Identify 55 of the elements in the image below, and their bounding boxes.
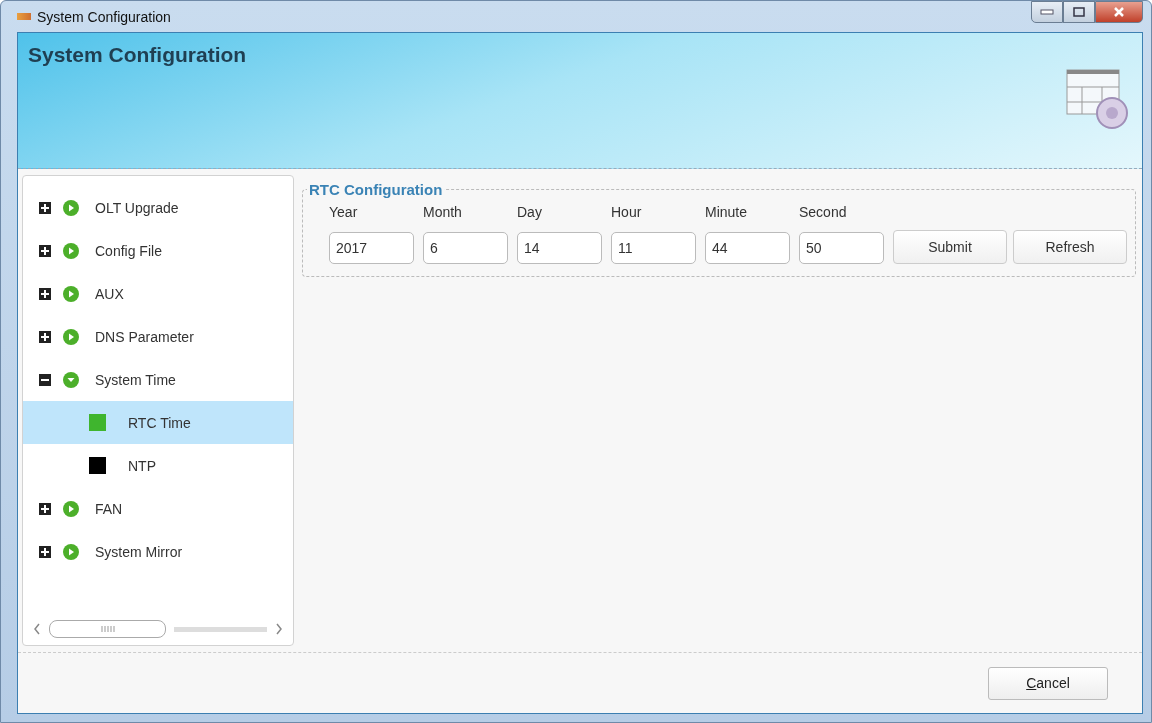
maximize-button[interactable] bbox=[1063, 1, 1095, 23]
expand-icon[interactable] bbox=[39, 201, 51, 214]
number-field[interactable]: 14 bbox=[517, 232, 602, 264]
field-label: Second bbox=[799, 204, 848, 220]
scrollbar-track[interactable] bbox=[174, 626, 267, 632]
close-button[interactable] bbox=[1095, 1, 1143, 23]
number-field[interactable]: 6 bbox=[423, 232, 508, 264]
field-label: Minute bbox=[705, 204, 749, 220]
field-label: Day bbox=[517, 204, 543, 220]
tree-item[interactable]: DNS Parameter bbox=[91, 328, 198, 345]
group-title: RTC Configuration bbox=[308, 181, 444, 198]
submit-button[interactable]: Submit bbox=[893, 230, 1007, 264]
play-icon bbox=[63, 285, 79, 302]
chevron-down-icon bbox=[63, 371, 79, 388]
scroll-left-icon[interactable] bbox=[33, 623, 41, 635]
expand-icon[interactable] bbox=[39, 502, 51, 515]
app-icon bbox=[17, 13, 31, 20]
collapse-icon[interactable] bbox=[39, 373, 51, 386]
square-icon bbox=[89, 414, 106, 431]
field-label: Hour bbox=[611, 204, 643, 220]
field-label: Year bbox=[329, 204, 359, 220]
tree-item[interactable]: System Time bbox=[91, 371, 180, 388]
expand-icon[interactable] bbox=[39, 287, 51, 300]
expand-icon[interactable] bbox=[39, 244, 51, 257]
tree-item[interactable]: FAN bbox=[91, 500, 127, 517]
refresh-button[interactable]: Refresh bbox=[1013, 230, 1127, 264]
play-icon bbox=[63, 199, 79, 216]
maximize-icon bbox=[1073, 7, 1085, 17]
expand-icon[interactable] bbox=[39, 330, 51, 343]
scroll-right-icon[interactable] bbox=[275, 623, 283, 635]
scrollbar-thumb[interactable] bbox=[49, 620, 166, 638]
play-icon bbox=[63, 543, 79, 560]
number-field[interactable]: 2017 bbox=[329, 232, 414, 264]
play-icon bbox=[63, 242, 79, 259]
tree-item[interactable]: System Mirror bbox=[91, 543, 187, 560]
number-field[interactable]: 44 bbox=[705, 232, 790, 264]
number-field[interactable]: 11 bbox=[611, 232, 696, 264]
header-title: System Configuration bbox=[28, 43, 247, 68]
tree-item[interactable]: OLT Upgrade bbox=[91, 199, 183, 216]
grip-icon bbox=[100, 626, 115, 632]
tree-item[interactable]: AUX bbox=[91, 285, 128, 302]
field-label: Month bbox=[423, 204, 463, 220]
close-icon bbox=[1113, 7, 1125, 17]
play-icon bbox=[63, 500, 79, 517]
minimize-button[interactable] bbox=[1031, 1, 1063, 23]
expand-icon[interactable] bbox=[39, 545, 51, 558]
cancel-button[interactable]: Cancel bbox=[988, 666, 1108, 700]
tree-item[interactable]: NTP bbox=[23, 444, 293, 487]
tree-item[interactable]: Config File bbox=[91, 242, 166, 259]
number-field[interactable]: 50 bbox=[799, 232, 884, 264]
minimize-icon bbox=[1040, 9, 1054, 15]
square-icon bbox=[89, 457, 106, 474]
play-icon bbox=[63, 328, 79, 345]
tree-item[interactable]: RTC Time bbox=[23, 401, 293, 444]
window-title: System Configuration bbox=[37, 8, 172, 25]
